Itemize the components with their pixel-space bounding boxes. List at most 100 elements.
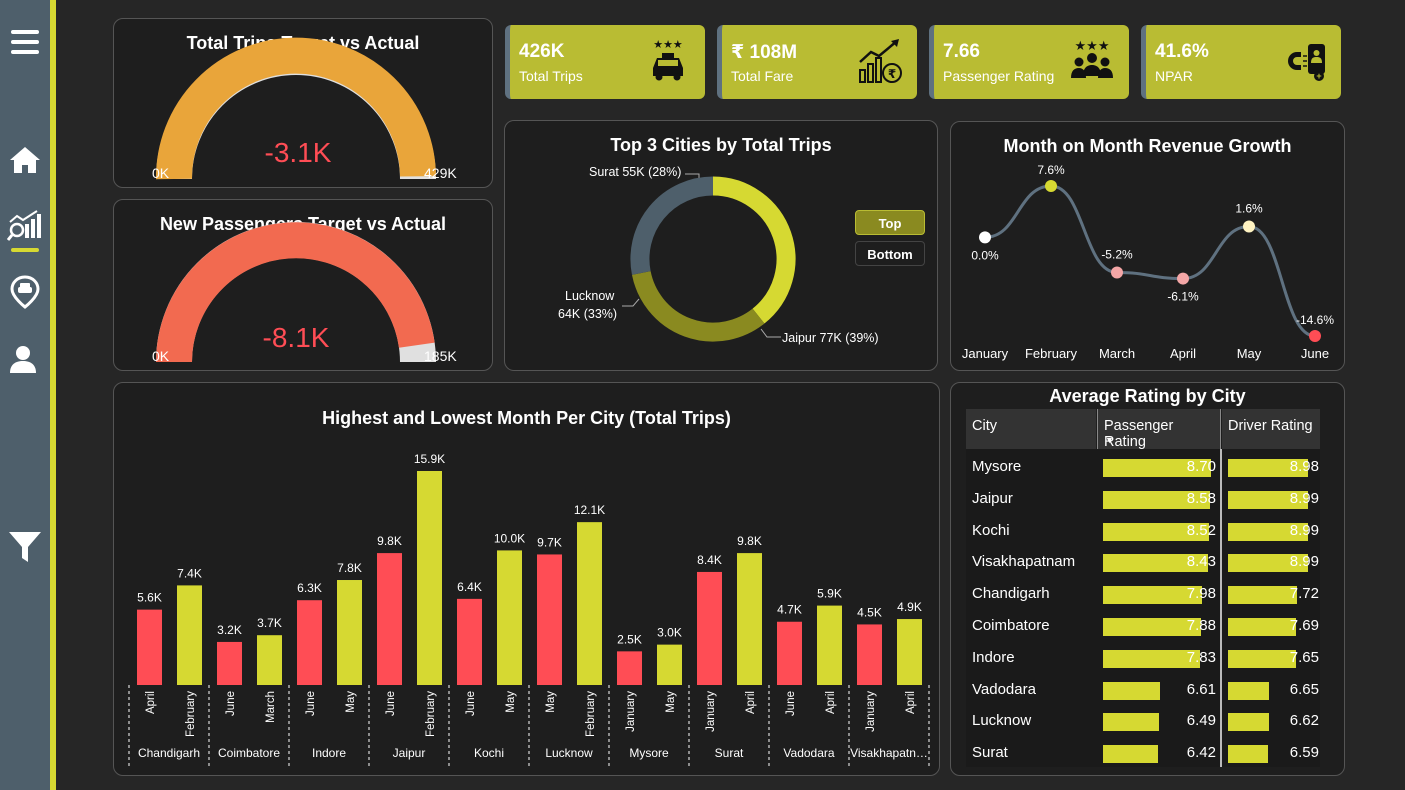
donut-slice-lucknow[interactable] [631, 270, 765, 342]
table-row[interactable]: Kochi 8.52 8.99 [966, 520, 1320, 544]
filter-icon[interactable] [7, 528, 43, 564]
bar-low[interactable] [457, 598, 482, 685]
top-toggle-button[interactable]: Top [855, 210, 925, 235]
city-cell: Lucknow [972, 712, 1032, 730]
bar-data-label: 7.8K [337, 561, 362, 575]
x-tick-label: May [1237, 346, 1262, 361]
passenger-rating-value: 6.49 [1186, 712, 1216, 730]
bar-low[interactable] [857, 624, 882, 685]
table-row[interactable]: Visakhapatnam 8.43 8.99 [966, 551, 1320, 575]
bar-low[interactable] [537, 554, 562, 685]
bar-high[interactable] [737, 553, 762, 685]
driver-rating-value: 8.99 [1289, 521, 1319, 539]
kpi-total-trips: 426K Total Trips ★★★ [505, 25, 705, 99]
revenue-point[interactable] [1309, 330, 1321, 342]
table-row[interactable]: Chandigarh 7.98 7.72 [966, 583, 1320, 607]
sidebar [0, 0, 50, 790]
active-nav-indicator [11, 248, 39, 252]
bar-low[interactable] [297, 600, 322, 685]
donut-label-lucknow: Lucknow [565, 289, 615, 303]
analytics-icon[interactable] [7, 208, 43, 244]
passenger-rating-value: 8.58 [1186, 489, 1216, 507]
month-tick-label: February [185, 691, 197, 737]
driver-rating-value: 6.62 [1289, 712, 1319, 730]
home-icon[interactable] [7, 142, 43, 178]
bar-high[interactable] [337, 580, 362, 685]
bar-data-label: 5.6K [137, 591, 162, 605]
city-tick-label: Coimbatore [218, 746, 280, 760]
revenue-point[interactable] [979, 231, 991, 244]
revenue-data-label: 1.6% [1235, 202, 1263, 216]
city-cell: Kochi [972, 521, 1010, 539]
revenue-data-label: -5.2% [1101, 247, 1133, 261]
gauge-variance-value: -8.1K [262, 322, 330, 353]
revenue-growth-card: Month on Month Revenue Growth 0.0% Januar… [950, 121, 1345, 371]
revenue-point[interactable] [1243, 220, 1255, 233]
month-tick-label: May [545, 691, 557, 713]
bar-data-label: 3.7K [257, 616, 282, 630]
bar-low[interactable] [217, 641, 242, 685]
donut-slice-surat[interactable] [630, 176, 714, 275]
bar-high[interactable] [257, 635, 282, 685]
bar-data-label: 4.7K [777, 603, 802, 617]
driver-rating-value: 8.99 [1289, 489, 1319, 507]
passenger-rating-value: 8.52 [1186, 521, 1216, 539]
column-header-driver-rating[interactable]: Driver Rating [1222, 409, 1320, 449]
passenger-rating-value: 8.43 [1186, 553, 1216, 571]
table-row[interactable]: Surat 6.42 6.59 [966, 742, 1320, 766]
bar-high[interactable] [177, 585, 202, 685]
month-tick-label: June [225, 691, 237, 716]
bar-low[interactable] [617, 651, 642, 685]
bar-low[interactable] [697, 571, 722, 685]
month-tick-label: January [625, 691, 637, 732]
month-tick-label: January [865, 691, 877, 732]
bar-high[interactable] [497, 550, 522, 685]
kpi-label: Passenger Rating [943, 68, 1055, 84]
table-row[interactable]: Jaipur 8.58 8.99 [966, 488, 1320, 512]
passenger-rating-value: 8.70 [1186, 458, 1216, 475]
bar-high[interactable] [817, 605, 842, 685]
bar-data-label: 8.4K [697, 553, 722, 567]
table-row[interactable]: Mysore 8.70 8.98 [966, 456, 1320, 480]
city-cell: Jaipur [972, 489, 1013, 507]
table-row[interactable]: Vadodara 6.61 6.65 [966, 679, 1320, 703]
revenue-point[interactable] [1177, 272, 1189, 285]
bar-low[interactable] [137, 609, 162, 685]
city-tick-label: Chandigarh [138, 746, 200, 760]
table-row[interactable]: Coimbatore 7.88 7.69 [966, 615, 1320, 639]
column-header-city[interactable]: City [966, 409, 1096, 449]
donut-slice-jaipur[interactable] [712, 176, 796, 324]
bar-high[interactable] [897, 619, 922, 685]
user-icon[interactable] [7, 342, 43, 378]
driver-rating-value: 6.59 [1289, 744, 1319, 762]
donut-label-jaipur: Jaipur 77K (39%) [782, 331, 879, 345]
bar-data-label: 9.8K [377, 534, 402, 548]
column-header-passenger-rating[interactable]: Passenger Rating ▼ [1097, 409, 1221, 450]
bottom-toggle-button[interactable]: Bottom [855, 241, 925, 266]
x-tick-label: June [1301, 346, 1329, 361]
city-tick-label: Lucknow [545, 746, 593, 760]
city-month-bar-chart: 5.6K April 7.4K February Chandigarh 3.2K June 3… [128, 452, 930, 769]
bar-high[interactable] [657, 644, 682, 685]
bar-low[interactable] [377, 553, 402, 685]
city-tick-label: Indore [312, 746, 346, 760]
city-tick-label: Mysore [629, 746, 669, 760]
gauge-min-label: 0K [152, 348, 170, 364]
bar-high[interactable] [577, 522, 602, 685]
month-tick-label: March [265, 691, 277, 723]
bar-low[interactable] [777, 621, 802, 685]
month-tick-label: May [665, 691, 677, 713]
location-icon[interactable] [7, 274, 43, 310]
menu-icon[interactable] [7, 24, 43, 60]
bar-data-label: 4.5K [857, 605, 882, 619]
table-row[interactable]: Lucknow 6.49 6.62 [966, 710, 1320, 734]
bar-high[interactable] [417, 471, 442, 685]
revenue-point[interactable] [1045, 180, 1057, 192]
kpi-total-fare: ₹ 108M Total Fare ₹ [717, 25, 917, 99]
table-row[interactable]: Indore 7.83 7.65 [966, 647, 1320, 671]
bar-data-label: 9.8K [737, 534, 762, 548]
revenue-point[interactable] [1111, 266, 1123, 279]
bar-data-label: 6.4K [457, 580, 482, 594]
driver-rating-value: 6.65 [1289, 680, 1319, 698]
driver-rating-value: 7.65 [1289, 648, 1319, 666]
